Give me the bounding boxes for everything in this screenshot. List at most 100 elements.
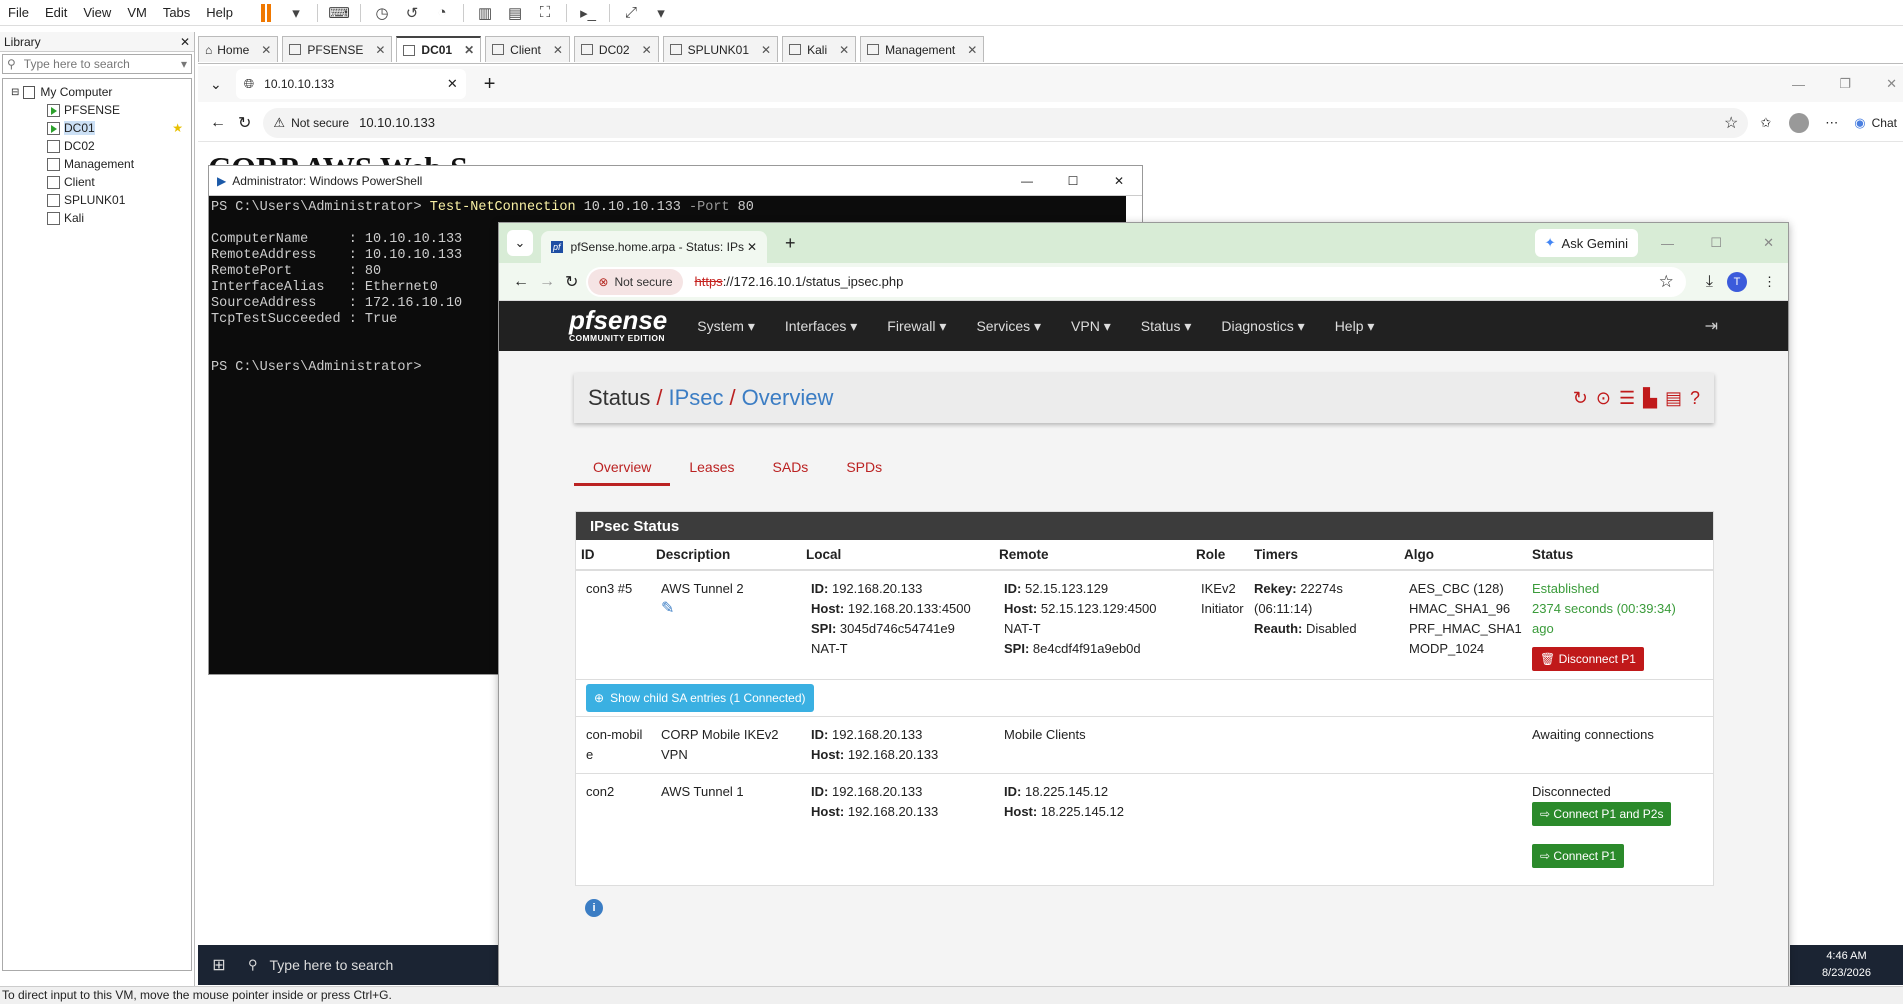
library-view-icon[interactable]: ▥ xyxy=(474,3,496,23)
menu-vm[interactable]: VM xyxy=(119,5,155,20)
close-icon[interactable]: ✕ xyxy=(375,43,385,57)
connect-p1-button[interactable]: ⇨ Connect P1 xyxy=(1532,844,1625,868)
nav-status[interactable]: Status ▾ xyxy=(1141,318,1192,335)
forward-icon[interactable]: → xyxy=(539,273,555,291)
maximize-icon[interactable]: ☐ xyxy=(1050,174,1096,188)
back-icon[interactable]: ← xyxy=(210,114,226,132)
back-icon[interactable]: ← xyxy=(513,273,529,291)
nav-diagnostics[interactable]: Diagnostics ▾ xyxy=(1221,318,1304,335)
tab-actions-icon[interactable]: ⌄ xyxy=(210,76,222,93)
refresh-icon[interactable]: ↻ xyxy=(1573,388,1588,409)
close-icon[interactable]: ✕ xyxy=(839,43,849,57)
snapshot-icon[interactable]: ◷ xyxy=(371,3,393,23)
tree-item-pfsense[interactable]: PFSENSE xyxy=(3,101,191,119)
edge-url-field[interactable]: ⚠ Not secure 10.10.10.133 ☆ xyxy=(263,107,1749,138)
taskbar-clock[interactable]: 4:46 AM 8/23/2026 xyxy=(1790,945,1903,985)
chrome-omnibox[interactable]: ⊗ Not secure https://172.16.10.1/status_… xyxy=(586,266,1686,297)
show-child-sa-button[interactable]: ⊕ Show child SA entries (1 Connected) xyxy=(586,684,814,712)
stop-icon[interactable]: ⊙ xyxy=(1596,388,1611,409)
tab-leases[interactable]: Leases xyxy=(670,451,753,486)
close-icon[interactable]: ✕ xyxy=(642,43,652,57)
chat-label[interactable]: Chat xyxy=(1872,116,1897,130)
nav-firewall[interactable]: Firewall ▾ xyxy=(887,318,946,335)
close-icon[interactable]: ✕ xyxy=(180,35,190,49)
log-icon[interactable]: ▤ xyxy=(1665,388,1682,409)
nav-system[interactable]: System ▾ xyxy=(697,318,755,335)
refresh-icon[interactable]: ↻ xyxy=(565,272,578,292)
close-icon[interactable]: ✕ xyxy=(553,43,563,57)
console-icon[interactable]: ▸_ xyxy=(577,3,599,23)
nav-vpn[interactable]: VPN ▾ xyxy=(1071,318,1111,335)
tree-root[interactable]: ⊟ My Computer xyxy=(3,83,191,101)
more-icon[interactable]: ⋯ xyxy=(1825,115,1838,131)
crumb-ipsec[interactable]: IPsec xyxy=(669,385,724,411)
chevron-down-icon[interactable]: ▾ xyxy=(181,57,187,71)
tab-home[interactable]: ⌂ Home ✕ xyxy=(198,36,279,62)
tree-item-management[interactable]: Management xyxy=(3,155,191,173)
ask-gemini-button[interactable]: ✦ Ask Gemini xyxy=(1534,229,1638,257)
tab-overview[interactable]: Overview xyxy=(574,451,671,486)
nav-help[interactable]: Help ▾ xyxy=(1335,318,1375,335)
profile-icon[interactable] xyxy=(1789,112,1810,133)
not-secure-chip[interactable]: ⊗ Not secure xyxy=(588,268,683,295)
menu-file[interactable]: File xyxy=(0,5,37,20)
menu-view[interactable]: View xyxy=(75,5,119,20)
tab-sads[interactable]: SADs xyxy=(754,451,828,486)
new-tab-icon[interactable]: + xyxy=(785,233,796,254)
collapse-icon[interactable]: ⊟ xyxy=(11,87,19,98)
tree-item-kali[interactable]: Kali xyxy=(3,209,191,227)
disconnect-p1-button[interactable]: 🗑︎ Disconnect P1 xyxy=(1532,647,1644,671)
snapshot-manager-icon[interactable]: ◔ xyxy=(431,3,453,23)
thumbnail-view-icon[interactable]: ▤ xyxy=(504,3,526,23)
minimize-icon[interactable]: — xyxy=(1661,236,1674,251)
settings-icon[interactable]: ☰ xyxy=(1619,388,1635,409)
copilot-icon[interactable]: ◉ xyxy=(1854,115,1865,131)
new-tab-icon[interactable]: + xyxy=(484,73,496,96)
tab-pfsense[interactable]: PFSENSE ✕ xyxy=(282,36,393,62)
close-window-icon[interactable]: ✕ xyxy=(1763,235,1774,251)
nav-interfaces[interactable]: Interfaces ▾ xyxy=(785,318,857,335)
menu-help[interactable]: Help xyxy=(198,5,241,20)
menu-edit[interactable]: Edit xyxy=(37,5,75,20)
tab-dc02[interactable]: DC02 ✕ xyxy=(573,36,659,62)
tab-dc01[interactable]: DC01 ✕ xyxy=(396,36,482,62)
library-search-input[interactable]: ⚲ Type here to search ▾ xyxy=(2,54,192,74)
close-icon[interactable]: ✕ xyxy=(447,76,458,92)
minimize-icon[interactable]: — xyxy=(1004,174,1050,188)
close-icon[interactable]: ✕ xyxy=(261,43,271,57)
restore-icon[interactable]: ❐ xyxy=(1839,76,1851,92)
bookmark-icon[interactable]: ☆ xyxy=(1659,272,1674,292)
favorite-icon[interactable]: ☆ xyxy=(1724,113,1738,133)
taskbar-search-placeholder[interactable]: Type here to search xyxy=(270,957,394,973)
tree-item-dc01[interactable]: DC01 ★ xyxy=(3,119,191,137)
crumb-overview[interactable]: Overview xyxy=(742,385,834,411)
menu-icon[interactable]: ⋮ xyxy=(1763,274,1776,290)
close-icon[interactable]: ✕ xyxy=(747,240,757,254)
logout-icon[interactable]: ⇥ xyxy=(1705,316,1718,336)
tab-splunk01[interactable]: SPLUNK01 ✕ xyxy=(662,36,779,62)
close-window-icon[interactable]: ✕ xyxy=(1886,76,1897,92)
edit-icon[interactable]: ✎ xyxy=(661,599,796,619)
windows-start-icon[interactable]: ⊞ xyxy=(198,955,240,975)
info-icon[interactable]: i xyxy=(585,899,603,917)
close-icon[interactable]: ✕ xyxy=(761,43,771,57)
tree-item-splunk01[interactable]: SPLUNK01 xyxy=(3,191,191,209)
close-icon[interactable]: ✕ xyxy=(464,43,474,57)
connect-p1-p2s-button[interactable]: ⇨ Connect P1 and P2s xyxy=(1532,802,1672,826)
chart-icon[interactable]: ▙ xyxy=(1643,388,1657,409)
dropdown-icon[interactable]: ▾ xyxy=(285,3,307,23)
chrome-tab[interactable]: pf pfSense.home.arpa - Status: IPs ✕ xyxy=(541,231,767,263)
help-icon[interactable]: ? xyxy=(1690,388,1700,409)
stretch-dropdown-icon[interactable]: ▾ xyxy=(650,3,672,23)
restore-icon[interactable]: ☐ xyxy=(1710,235,1722,251)
download-icon[interactable]: ⤓ xyxy=(1706,273,1713,291)
tab-client[interactable]: Client ✕ xyxy=(485,36,570,62)
pfsense-logo[interactable]: pfsense COMMUNITY EDITION xyxy=(569,307,667,345)
edge-tab[interactable]: 🌐︎ 10.10.10.133 ✕ xyxy=(235,69,466,99)
profile-avatar[interactable]: T xyxy=(1727,271,1747,292)
revert-snapshot-icon[interactable]: ↺ xyxy=(401,3,423,23)
refresh-icon[interactable]: ↻ xyxy=(238,113,251,133)
stretch-icon[interactable]: ⤢ xyxy=(620,3,642,23)
minimize-icon[interactable]: — xyxy=(1792,77,1805,92)
tab-kali[interactable]: Kali ✕ xyxy=(782,36,857,62)
